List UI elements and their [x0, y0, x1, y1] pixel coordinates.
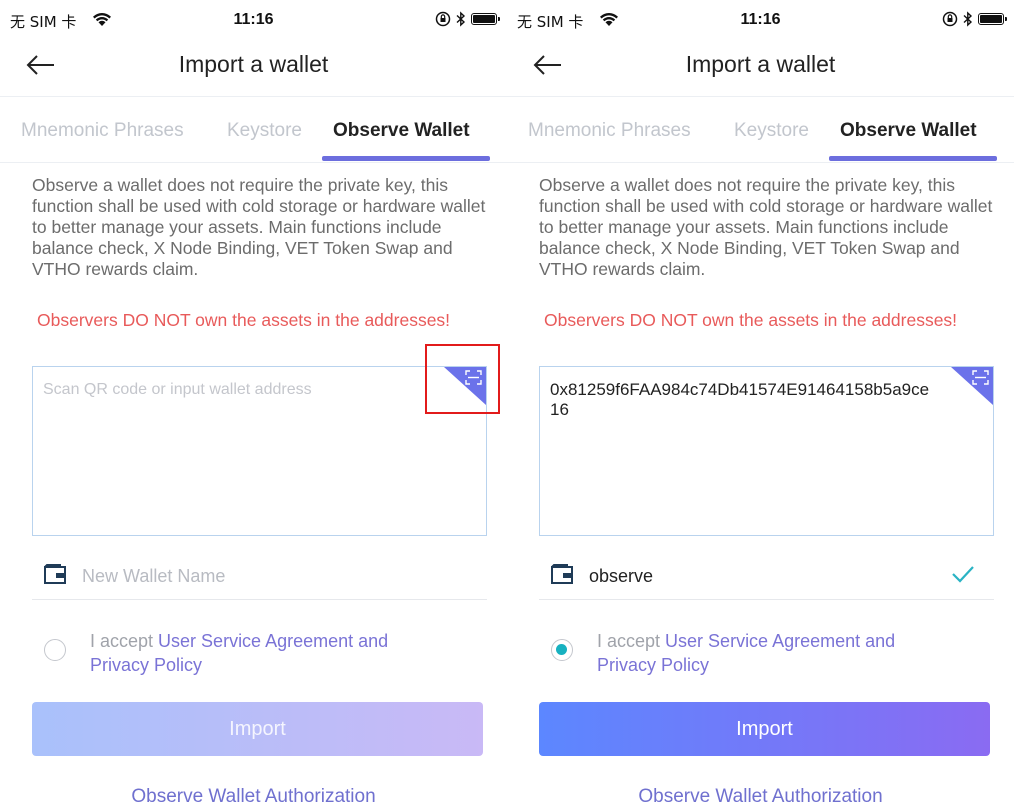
screen-left-empty: 无 SIM 卡 11:16 Import a wallet Mnemonic P… [0, 0, 507, 807]
rotation-lock-icon [435, 11, 451, 27]
address-input[interactable]: 0x81259f6FAA984c74Db41574E91464158b5a9ce… [539, 366, 994, 536]
address-placeholder: Scan QR code or input wallet address [43, 381, 312, 398]
agreement-radio[interactable] [551, 639, 573, 661]
import-button[interactable]: Import [539, 702, 990, 756]
wallet-name-placeholder: New Wallet Name [82, 566, 226, 586]
status-right [942, 11, 1007, 27]
address-input[interactable]: Scan QR code or input wallet address [32, 366, 487, 536]
address-value: 0x81259f6FAA984c74Db41574E91464158b5a9ce… [550, 380, 930, 419]
page-title: Import a wallet [685, 51, 836, 77]
agreement-row: I accept User Service Agreement and Priv… [539, 629, 994, 679]
wallet-icon [44, 564, 66, 584]
observe-authorization-link[interactable]: Observe Wallet Authorization [0, 786, 507, 807]
rotation-lock-icon [942, 11, 958, 27]
tab-keystore[interactable]: Keystore [734, 120, 809, 142]
screens: 无 SIM 卡 11:16 Import a wallet Mnemonic P… [0, 0, 1014, 807]
status-time: 11:16 [740, 11, 781, 28]
import-button[interactable]: Import [32, 702, 483, 756]
agreement-prefix: I accept [597, 631, 666, 651]
agreement-text: I accept User Service Agreement and Priv… [90, 629, 450, 677]
screen-right-filled: 无 SIM 卡 11:16 Import a wallet Mnemonic P… [507, 0, 1014, 807]
observer-warning: Observers DO NOT own the assets in the a… [544, 310, 958, 330]
bluetooth-icon [456, 11, 466, 27]
tab-keystore[interactable]: Keystore [227, 120, 302, 142]
agreement-text: I accept User Service Agreement and Priv… [597, 629, 957, 677]
tab-bar: Mnemonic Phrases Keystore Observe Wallet [507, 96, 1014, 163]
tab-active-indicator [829, 156, 997, 161]
wallet-name-field[interactable]: observe [539, 553, 994, 600]
bluetooth-icon [963, 11, 973, 27]
agreement-prefix: I accept [90, 631, 159, 651]
wallet-name-field[interactable]: New Wallet Name [32, 553, 487, 600]
status-right [435, 11, 500, 27]
battery-icon [978, 13, 1007, 25]
nav-bar: Import a wallet [507, 40, 1014, 97]
tab-observe-wallet[interactable]: Observe Wallet [333, 120, 470, 142]
observe-description: Observe a wallet does not require the pr… [539, 175, 993, 279]
scan-qr-icon [972, 370, 989, 385]
status-time: 11:16 [233, 11, 274, 28]
scan-highlight-box [425, 344, 500, 414]
tab-mnemonic-phrases[interactable]: Mnemonic Phrases [528, 120, 691, 142]
observer-warning: Observers DO NOT own the assets in the a… [37, 310, 451, 330]
wallet-icon [551, 564, 573, 584]
agreement-radio[interactable] [44, 639, 66, 661]
status-bar: 无 SIM 卡 11:16 [0, 0, 507, 40]
nav-bar: Import a wallet [0, 40, 507, 97]
scan-qr-button[interactable] [951, 367, 993, 405]
status-bar: 无 SIM 卡 11:16 [507, 0, 1014, 40]
tab-mnemonic-phrases[interactable]: Mnemonic Phrases [21, 120, 184, 142]
tab-bar: Mnemonic Phrases Keystore Observe Wallet [0, 96, 507, 163]
page-title: Import a wallet [178, 51, 329, 77]
tab-active-indicator [322, 156, 490, 161]
agreement-row: I accept User Service Agreement and Priv… [32, 629, 487, 679]
battery-icon [471, 13, 500, 25]
observe-description: Observe a wallet does not require the pr… [32, 175, 486, 279]
observe-authorization-link[interactable]: Observe Wallet Authorization [507, 786, 1014, 807]
wallet-name-value: observe [589, 566, 654, 586]
tab-observe-wallet[interactable]: Observe Wallet [840, 120, 977, 142]
checkmark-icon [952, 566, 974, 583]
